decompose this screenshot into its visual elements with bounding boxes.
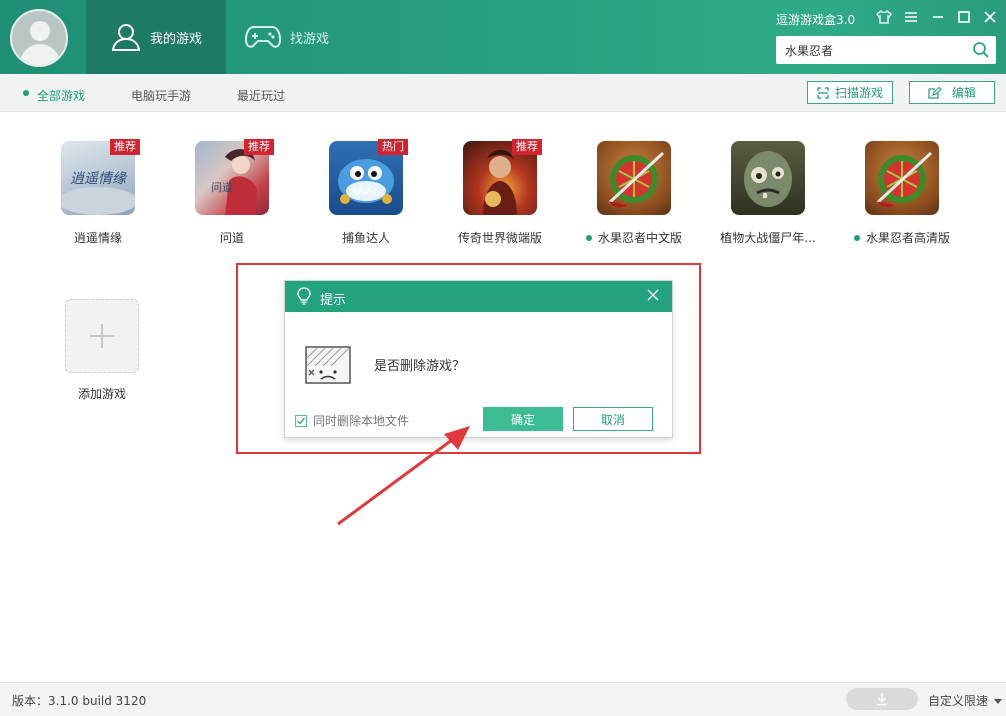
game-name-text: 水果忍者中文版 (597, 231, 682, 245)
skin-icon[interactable] (875, 8, 893, 26)
active-dot (23, 90, 29, 96)
game-name: 逍遥情缘 (73, 231, 122, 245)
close-icon[interactable] (981, 8, 999, 26)
status-bar: 版本：3.1.0 build 3120 自定义限速 (0, 682, 1006, 716)
installed-dot (853, 235, 860, 241)
user-icon (111, 24, 141, 51)
tab-pc-mobile-games[interactable]: 电脑玩手游 (131, 87, 191, 104)
tab-all-games[interactable]: 全部游戏 (37, 87, 85, 104)
speed-limit-dropdown[interactable]: 自定义限速 (928, 692, 1002, 709)
download-icon (877, 693, 887, 706)
game-name: 传奇世界微端版 (457, 231, 542, 245)
version-text: 版本：3.1.0 build 3120 (12, 694, 147, 708)
speed-limit-label: 自定义限速 (928, 694, 989, 708)
recommend-badge: 推荐 (512, 139, 542, 155)
game-icon (731, 141, 805, 215)
checkbox-box[interactable] (295, 414, 307, 427)
close-icon[interactable] (646, 288, 660, 302)
header-bar: 我的游戏 找游戏 逗游游戏盒3.0 (0, 0, 1006, 74)
edit-button[interactable]: 编辑 (909, 81, 995, 104)
search-icon[interactable] (972, 41, 990, 59)
cancel-button[interactable]: 取消 (573, 407, 653, 431)
add-game-label: 添加游戏 (77, 387, 126, 401)
lightbulb-icon (297, 287, 311, 305)
game-name-text: 水果忍者高清版 (865, 231, 950, 245)
dialog-title: 提示 (320, 293, 347, 308)
search-box (776, 36, 996, 64)
installed-dot (585, 235, 592, 241)
caret-down-icon (993, 699, 1002, 704)
recommend-badge: 推荐 (244, 139, 274, 155)
recommend-badge: 推荐 (110, 139, 140, 155)
edit-label: 编辑 (951, 86, 976, 100)
game-name: 水果忍者中文版 (574, 229, 694, 246)
game-icon (597, 141, 671, 215)
dialog-titlebar: 提示 (285, 281, 672, 312)
delete-dialog: 提示 是否删除游戏？ 同时删除本地文件 确定 取消 (284, 280, 673, 438)
add-tile (65, 299, 139, 373)
tab-find-games-label: 找游戏 (290, 31, 330, 47)
scan-games-label: 扫描游戏 (834, 86, 883, 100)
tab-recent[interactable]: 最近玩过 (237, 87, 285, 104)
avatar[interactable] (10, 9, 68, 67)
maximize-icon[interactable] (955, 8, 973, 26)
menu-icon[interactable] (902, 8, 920, 26)
game-icon (865, 141, 939, 215)
svg-text:问道: 问道 (211, 180, 233, 194)
app-title: 逗游游戏盒3.0 (776, 13, 856, 27)
tab-my-games-label: 我的游戏 (150, 31, 203, 47)
edit-icon (928, 86, 942, 99)
check-icon (297, 417, 306, 425)
search-input[interactable] (776, 36, 966, 64)
tab-find-games[interactable]: 找游戏 (244, 0, 354, 74)
plus-icon (90, 324, 114, 348)
hot-badge: 热门 (378, 139, 408, 155)
download-button[interactable] (846, 688, 918, 710)
game-name: 问道 (219, 231, 244, 245)
dialog-message: 是否删除游戏？ (374, 359, 466, 374)
game-name: 植物大战僵尸年... (720, 231, 816, 245)
game-name: 捕鱼达人 (341, 231, 390, 245)
confirm-button[interactable]: 确定 (483, 407, 563, 431)
game-name: 水果忍者高清版 (842, 229, 962, 246)
gamepad-icon (244, 26, 282, 48)
minimize-icon[interactable] (929, 8, 947, 26)
scan-icon (817, 86, 829, 99)
sad-face-icon (305, 346, 351, 384)
svg-text:逍遥情缘: 逍遥情缘 (70, 171, 128, 187)
annotation-arrow (337, 426, 470, 526)
tab-my-games[interactable]: 我的游戏 (86, 0, 226, 74)
scan-games-button[interactable]: 扫描游戏 (807, 81, 893, 104)
